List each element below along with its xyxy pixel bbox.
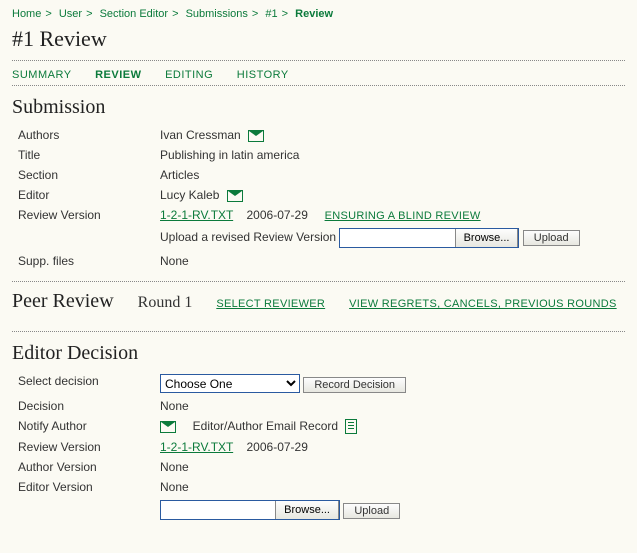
document-icon[interactable] bbox=[345, 419, 357, 434]
d-review-file-date: 2006-07-29 bbox=[247, 440, 308, 454]
breadcrumb-number[interactable]: #1 bbox=[265, 8, 277, 20]
supp-files-label: Supp. files bbox=[12, 251, 154, 271]
breadcrumb-current: Review bbox=[295, 8, 333, 20]
mail-icon[interactable] bbox=[227, 190, 243, 202]
review-file-link[interactable]: 1-2-1-RV.TXT bbox=[160, 208, 233, 222]
title-value: Publishing in latin america bbox=[154, 145, 586, 165]
tab-summary[interactable]: SUMMARY bbox=[12, 69, 72, 81]
blind-review-link[interactable]: ENSURING A BLIND REVIEW bbox=[325, 210, 481, 222]
title-label: Title bbox=[12, 145, 154, 165]
authors-label: Authors bbox=[12, 125, 154, 145]
decision-label: Decision bbox=[12, 396, 154, 416]
tab-history[interactable]: HISTORY bbox=[237, 69, 289, 81]
supp-files-value: None bbox=[154, 251, 586, 271]
breadcrumb: Home> User> Section Editor> Submissions>… bbox=[12, 8, 625, 20]
email-record-label: Editor/Author Email Record bbox=[193, 419, 338, 433]
breadcrumb-home[interactable]: Home bbox=[12, 8, 41, 20]
mail-icon[interactable] bbox=[160, 421, 176, 433]
author-version-label: Author Version bbox=[12, 457, 154, 477]
decision-table: Select decision Choose One Record Decisi… bbox=[12, 371, 412, 523]
upload-button[interactable]: Upload bbox=[523, 230, 580, 246]
notify-author-label: Notify Author bbox=[12, 416, 154, 437]
tabs: SUMMARY REVIEW EDITING HISTORY bbox=[12, 69, 625, 81]
record-decision-button[interactable]: Record Decision bbox=[303, 377, 406, 393]
file-input[interactable]: Browse... bbox=[160, 500, 340, 520]
decision-select[interactable]: Choose One bbox=[160, 374, 300, 393]
section-label: Section bbox=[12, 165, 154, 185]
editor-version-label: Editor Version bbox=[12, 477, 154, 497]
page-title: #1 Review bbox=[12, 26, 625, 52]
file-input[interactable]: Browse... bbox=[339, 228, 519, 248]
breadcrumb-section-editor[interactable]: Section Editor bbox=[100, 8, 168, 20]
editor-label: Editor bbox=[12, 185, 154, 205]
tab-editing[interactable]: EDITING bbox=[165, 69, 213, 81]
separator bbox=[12, 85, 625, 86]
author-version-value: None bbox=[154, 457, 412, 477]
separator bbox=[12, 331, 625, 332]
submission-heading: Submission bbox=[12, 96, 625, 119]
separator bbox=[12, 60, 625, 61]
peer-review-row: Peer Review Round 1 SELECT REVIEWER VIEW… bbox=[12, 290, 625, 313]
section-value: Articles bbox=[154, 165, 586, 185]
upload-revised-label: Upload a revised Review Version bbox=[160, 230, 336, 244]
submission-table: Authors Ivan Cressman Title Publishing i… bbox=[12, 125, 586, 271]
mail-icon[interactable] bbox=[248, 130, 264, 142]
editor-version-value: None bbox=[154, 477, 412, 497]
editor-value: Lucy Kaleb bbox=[160, 188, 219, 202]
review-version-label: Review Version bbox=[12, 205, 154, 225]
view-regrets-link[interactable]: VIEW REGRETS, CANCELS, PREVIOUS ROUNDS bbox=[349, 298, 617, 310]
breadcrumb-user[interactable]: User bbox=[59, 8, 82, 20]
browse-button[interactable]: Browse... bbox=[275, 501, 339, 519]
authors-value: Ivan Cressman bbox=[160, 128, 241, 142]
peer-review-heading: Peer Review bbox=[12, 290, 114, 313]
editor-decision-heading: Editor Decision bbox=[12, 342, 625, 365]
select-reviewer-link[interactable]: SELECT REVIEWER bbox=[216, 298, 325, 310]
d-review-version-label: Review Version bbox=[12, 437, 154, 457]
breadcrumb-submissions[interactable]: Submissions bbox=[186, 8, 248, 20]
browse-button[interactable]: Browse... bbox=[455, 229, 519, 247]
upload-button[interactable]: Upload bbox=[343, 503, 400, 519]
d-review-file-link[interactable]: 1-2-1-RV.TXT bbox=[160, 440, 233, 454]
tab-review[interactable]: REVIEW bbox=[95, 69, 141, 81]
round-label: Round 1 bbox=[138, 294, 193, 312]
separator bbox=[12, 281, 625, 282]
decision-value: None bbox=[154, 396, 412, 416]
select-decision-label: Select decision bbox=[12, 371, 154, 396]
review-file-date: 2006-07-29 bbox=[247, 208, 308, 222]
